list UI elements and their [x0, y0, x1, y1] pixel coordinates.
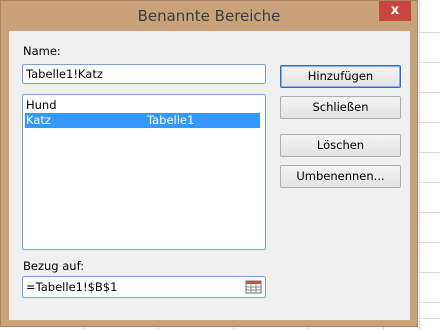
reference-label: Bezug auf: — [23, 259, 85, 273]
named-ranges-dialog: Benannte Bereiche x Name: Tabelle1!Katz … — [0, 0, 418, 327]
reference-field[interactable]: =Tabelle1!$B$1 — [22, 276, 266, 298]
rename-button-label: Umbenennen... — [296, 169, 385, 183]
names-list[interactable]: Hund Katz Tabelle1 — [22, 94, 266, 250]
reference-value: =Tabelle1!$B$1 — [26, 280, 118, 294]
delete-button-label: Löschen — [316, 138, 365, 152]
list-item-name: Hund — [26, 98, 57, 112]
add-button[interactable]: Hinzufügen — [280, 65, 401, 88]
close-icon: x — [390, 3, 400, 18]
dialog-client-area: Name: Tabelle1!Katz Hund Katz Tabelle1 B… — [9, 31, 410, 320]
close-window-button[interactable]: x — [379, 1, 411, 21]
rename-button[interactable]: Umbenennen... — [280, 165, 401, 188]
list-item-hund[interactable]: Hund — [25, 98, 260, 113]
list-item-ref: Tabelle1 — [147, 113, 195, 127]
dialog-title: Benannte Bereiche — [137, 7, 281, 25]
range-select-icon[interactable] — [245, 280, 262, 294]
delete-button[interactable]: Löschen — [280, 134, 401, 157]
add-button-label: Hinzufügen — [307, 69, 374, 83]
close-button-label: Schließen — [312, 100, 369, 114]
name-label: Name: — [23, 44, 61, 58]
name-field[interactable]: Tabelle1!Katz — [22, 64, 266, 84]
close-button[interactable]: Schließen — [280, 96, 401, 119]
list-item-katz[interactable]: Katz Tabelle1 — [25, 113, 260, 128]
list-item-name: Katz — [26, 113, 51, 127]
